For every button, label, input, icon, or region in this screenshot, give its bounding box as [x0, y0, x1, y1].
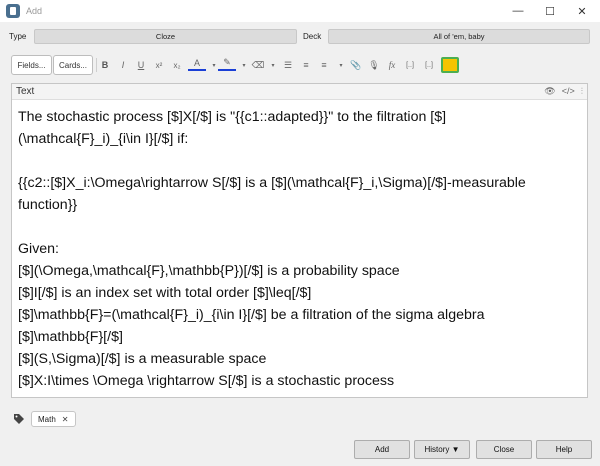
field-name-label: Text	[16, 86, 35, 97]
type-label: Type	[9, 32, 27, 41]
content-line: [$]\mathbb{F}=(\mathcal{F}_i)_{i\in I}[/…	[18, 307, 485, 323]
bold-icon[interactable]: B	[96, 56, 114, 74]
attach-icon[interactable]: 📎	[347, 56, 365, 74]
remove-tag-icon[interactable]: ✕	[62, 415, 69, 424]
content-line: [$]I[/$] is an index set with total orde…	[18, 285, 312, 301]
italic-icon[interactable]: I	[114, 56, 132, 74]
close-button[interactable]: Close	[476, 440, 532, 459]
content-line: [$](S,\Sigma)[/$] is a measurable space	[18, 351, 267, 367]
field-content-input[interactable]: The stochastic process [$]X[/$] is "{{c1…	[12, 100, 587, 392]
deck-label: Deck	[303, 32, 322, 41]
cloze-same-icon[interactable]: [..]	[420, 56, 438, 74]
content-line: [$]\mathbb{F}[/$]	[18, 329, 123, 345]
window-title: Add	[26, 6, 43, 16]
microphone-icon[interactable]: 🎙	[365, 56, 383, 74]
html-editor-icon[interactable]: </>	[562, 86, 575, 97]
field-header: Text 👁 </> ⫶	[12, 84, 587, 100]
image-occlusion-icon[interactable]	[441, 57, 459, 73]
content-line: (\mathcal{F}_i)_{i\in I}[/$] if:	[18, 131, 189, 147]
superscript-icon[interactable]: x²	[150, 56, 168, 74]
content-line: The stochastic process [$]X[/$] is "{{c1…	[18, 109, 447, 125]
dialog-buttons: Add History ▼ Close Help	[0, 440, 600, 460]
content-line: function}}	[18, 197, 78, 213]
highlight-color-icon[interactable]: ✎	[218, 56, 236, 71]
tag-pill[interactable]: Math ✕	[31, 411, 76, 427]
text-field-editor: Text 👁 </> ⫶ The stochastic process [$]X…	[11, 83, 588, 398]
note-type-selector[interactable]: Cloze	[34, 29, 297, 44]
anki-app-icon	[6, 4, 20, 18]
text-color-icon[interactable]: A	[188, 56, 206, 71]
content-line	[18, 150, 581, 172]
field-header-icons: 👁 </> ⫶	[544, 86, 583, 97]
content-line: [$](\Omega,\mathcal{F},\mathbb{P})[/$] i…	[18, 263, 400, 279]
deck-selector[interactable]: All of 'em, baby	[328, 29, 590, 44]
title-bar: Add — ☐ ✕	[0, 0, 600, 22]
help-button[interactable]: Help	[536, 440, 592, 459]
numbered-list-icon[interactable]: ≡	[297, 56, 315, 74]
pin-icon[interactable]: ⫶	[581, 86, 583, 97]
content-line	[18, 216, 581, 238]
content-line: {{c2::[$]X_i:\Omega\rightarrow S[/$] is …	[18, 175, 526, 191]
subscript-icon[interactable]: x₂	[168, 56, 186, 74]
content-line: [$]X:I\times \Omega \rightarrow S[/$] is…	[18, 373, 395, 389]
eye-icon[interactable]: 👁	[544, 86, 555, 97]
cloze-icon[interactable]: [..]	[401, 56, 419, 74]
add-button[interactable]: Add	[354, 440, 410, 459]
tag-icon	[14, 414, 24, 424]
close-window-button[interactable]: ✕	[566, 0, 598, 22]
fields-button[interactable]: Fields...	[11, 55, 52, 75]
tag-label: Math	[38, 414, 56, 424]
underline-icon[interactable]: U	[132, 56, 150, 74]
cards-button[interactable]: Cards...	[53, 55, 93, 75]
tags-row: Math ✕	[0, 408, 600, 430]
type-deck-row: Type Cloze Deck All of 'em, baby	[0, 27, 600, 47]
bullet-list-icon[interactable]: ☰	[279, 56, 297, 74]
align-icon[interactable]: ≡	[315, 56, 333, 74]
maximize-button[interactable]: ☐	[534, 0, 566, 22]
formula-icon[interactable]: fx	[383, 56, 401, 74]
history-button[interactable]: History ▼	[414, 440, 470, 459]
minimize-button[interactable]: —	[502, 0, 534, 22]
editor-toolbar: Fields... Cards... B I U x² x₂ A ▾ ✎ ▾ ⌫…	[0, 54, 600, 76]
content-line: Given:	[18, 241, 60, 257]
